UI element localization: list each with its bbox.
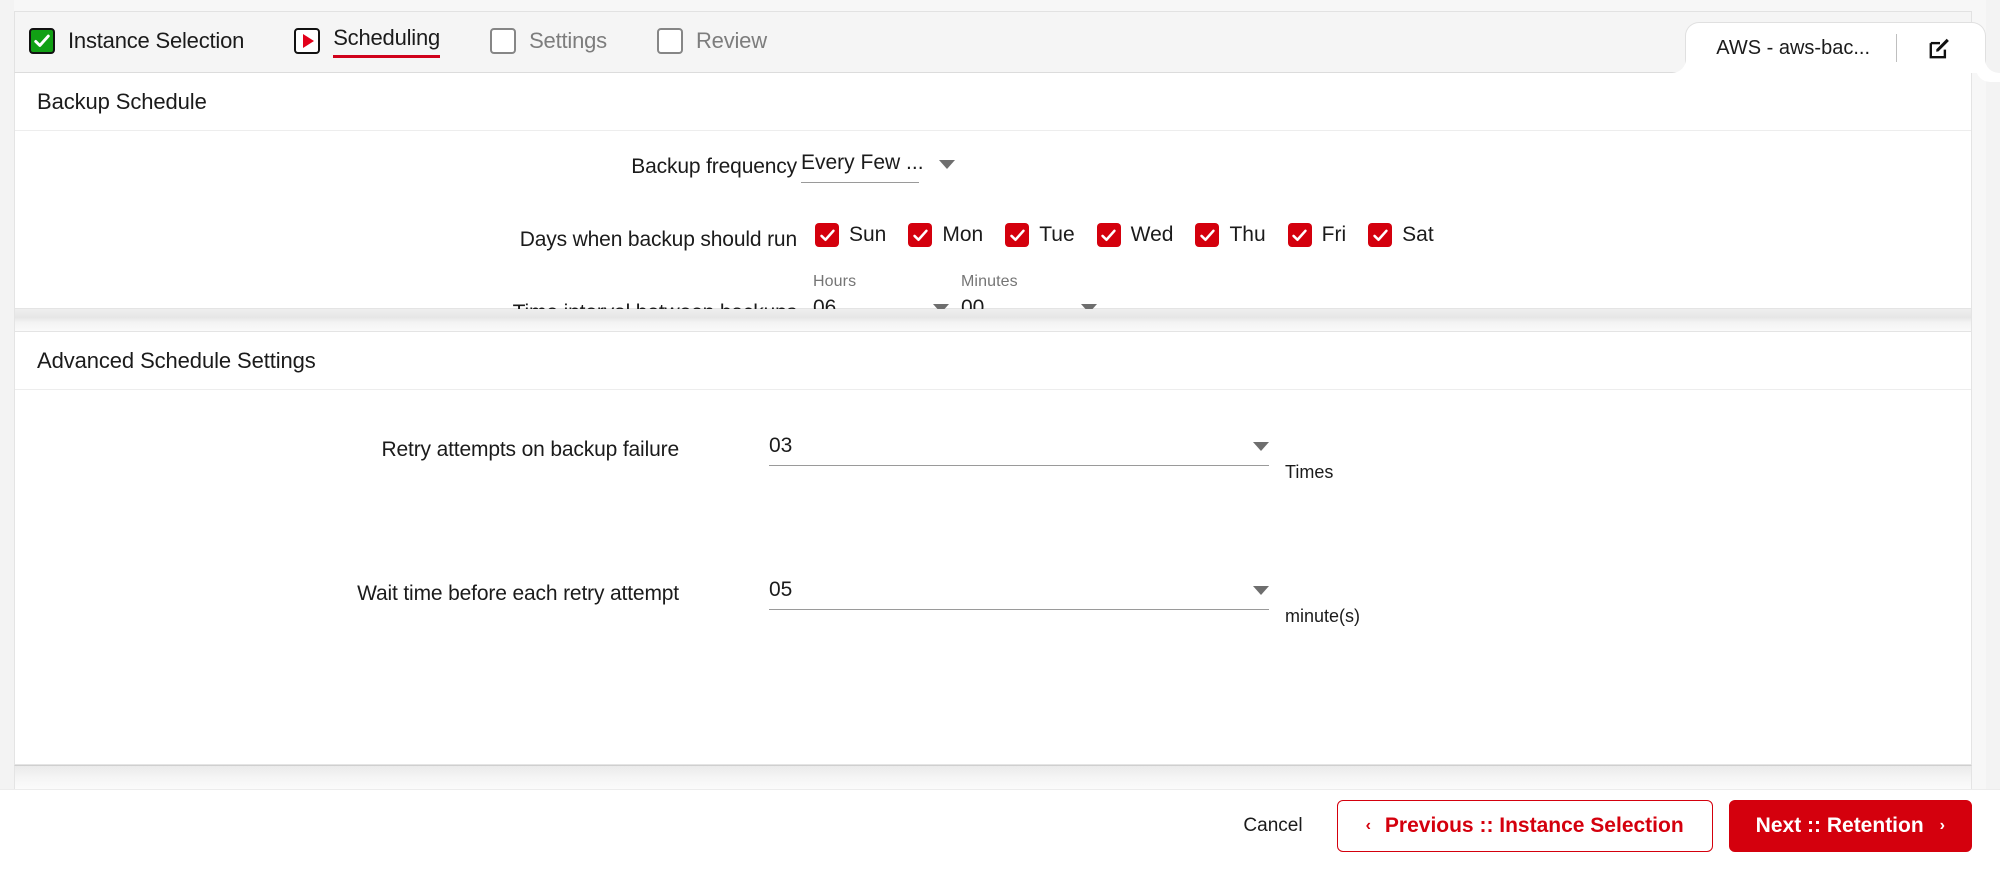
- checkbox-checked-icon: [29, 28, 55, 54]
- wait-time-label: Wait time before each retry attempt: [357, 582, 679, 605]
- wizard-step-label: Settings: [529, 28, 607, 53]
- backup-frequency-label: Backup frequency: [631, 155, 797, 178]
- scheduling-wizard-page: Instance Selection Scheduling Settings R…: [0, 0, 2000, 879]
- advanced-schedule-panel: Advanced Schedule Settings Retry attempt…: [14, 331, 1972, 765]
- edit-pencil-icon[interactable]: [1923, 33, 1957, 63]
- checkbox-checked-icon: [908, 223, 933, 247]
- day-label: Sat: [1402, 223, 1434, 246]
- account-name: AWS - aws-bac...: [1716, 36, 1870, 59]
- day-label: Fri: [1321, 223, 1347, 246]
- day-label: Thu: [1229, 223, 1266, 246]
- checkbox-empty-icon: [490, 28, 517, 54]
- wait-time-suffix: minute(s): [1285, 606, 1361, 626]
- backup-schedule-panel: Backup Schedule Backup frequency Every F…: [14, 73, 1972, 328]
- day-checkbox-thu[interactable]: Thu: [1195, 223, 1266, 247]
- previous-button[interactable]: ‹ Previous :: Instance Selection: [1336, 800, 1713, 852]
- checkbox-checked-icon: [1368, 223, 1393, 247]
- day-checkbox-mon[interactable]: Mon: [908, 223, 983, 247]
- right-gutter: [1986, 0, 2000, 879]
- wait-time-value: 05: [769, 578, 793, 601]
- day-label: Tue: [1039, 223, 1075, 246]
- backup-schedule-body: Backup frequency Every Few ... Days when…: [15, 131, 1971, 328]
- retry-attempts-label: Retry attempts on backup failure: [381, 438, 679, 461]
- next-button[interactable]: Next :: Retention ›: [1728, 800, 1972, 852]
- checkbox-checked-icon: [815, 223, 839, 247]
- retry-attempts-select[interactable]: 03: [769, 434, 1269, 466]
- left-gutter: [0, 0, 14, 879]
- chevron-right-icon: ›: [1939, 817, 1945, 834]
- wizard-step-settings[interactable]: Settings: [490, 28, 607, 56]
- day-checkbox-wed[interactable]: Wed: [1096, 223, 1174, 247]
- panel-separator: [14, 309, 1972, 331]
- day-checkbox-sun[interactable]: Sun: [815, 223, 886, 247]
- page-title: Backup Schedule: [37, 88, 207, 114]
- day-label: Wed: [1130, 223, 1174, 246]
- backup-frequency-value: Every Few ...: [801, 151, 924, 174]
- retry-attempts-suffix: Times: [1285, 462, 1334, 482]
- cancel-button[interactable]: Cancel: [1225, 815, 1320, 837]
- backup-frequency-select[interactable]: Every Few ...: [801, 151, 924, 183]
- wizard-step-label: Review: [695, 28, 767, 53]
- play-icon: [294, 28, 321, 54]
- checkbox-checked-icon: [1287, 223, 1312, 247]
- day-label: Sun: [849, 223, 887, 246]
- day-checkbox-sat[interactable]: Sat: [1368, 223, 1434, 247]
- day-checkbox-fri[interactable]: Fri: [1287, 223, 1347, 247]
- backup-days-label: Days when backup should run: [519, 228, 797, 251]
- chevron-down-icon[interactable]: [939, 160, 955, 169]
- next-button-label: Next :: Retention: [1755, 814, 1924, 837]
- backup-schedule-header: Backup Schedule: [15, 73, 1971, 131]
- checkbox-empty-icon: [656, 28, 683, 54]
- wizard-actions: Cancel ‹ Previous :: Instance Selection …: [1225, 800, 1972, 852]
- checkbox-checked-icon: [1005, 223, 1030, 247]
- footer-separator: [14, 765, 1972, 789]
- previous-button-label: Previous :: Instance Selection: [1384, 814, 1684, 837]
- chevron-down-icon[interactable]: [1253, 441, 1269, 451]
- checkbox-checked-icon: [1096, 223, 1121, 247]
- day-label: Mon: [942, 223, 984, 246]
- account-tab: AWS - aws-bac...: [1685, 11, 1986, 73]
- wait-time-select[interactable]: 05: [769, 578, 1269, 610]
- advanced-schedule-body: Retry attempts on backup failure 03 Time…: [15, 390, 1971, 764]
- chevron-down-icon[interactable]: [1253, 585, 1269, 595]
- retry-attempts-value: 03: [769, 434, 793, 457]
- wizard-step-review[interactable]: Review: [656, 28, 767, 56]
- hours-label: Hours: [813, 273, 857, 290]
- wizard-step-label: Scheduling: [333, 25, 440, 58]
- day-checkbox-tue[interactable]: Tue: [1005, 223, 1075, 247]
- chevron-left-icon: ‹: [1365, 817, 1371, 834]
- backup-days-group: Sun Mon Tue Wed Thu Fri Sat: [815, 223, 1456, 247]
- minutes-label: Minutes: [961, 273, 1018, 290]
- tab-divider: [1896, 34, 1897, 62]
- checkbox-checked-icon: [1195, 223, 1220, 247]
- wizard-step-scheduling[interactable]: Scheduling: [294, 25, 440, 60]
- advanced-schedule-header: Advanced Schedule Settings: [15, 332, 1971, 390]
- wizard-step-label: Instance Selection: [68, 28, 245, 53]
- wizard-steps: Instance Selection Scheduling Settings R…: [15, 25, 817, 60]
- wizard-step-instance-selection[interactable]: Instance Selection: [29, 28, 244, 56]
- section-title: Advanced Schedule Settings: [37, 347, 316, 373]
